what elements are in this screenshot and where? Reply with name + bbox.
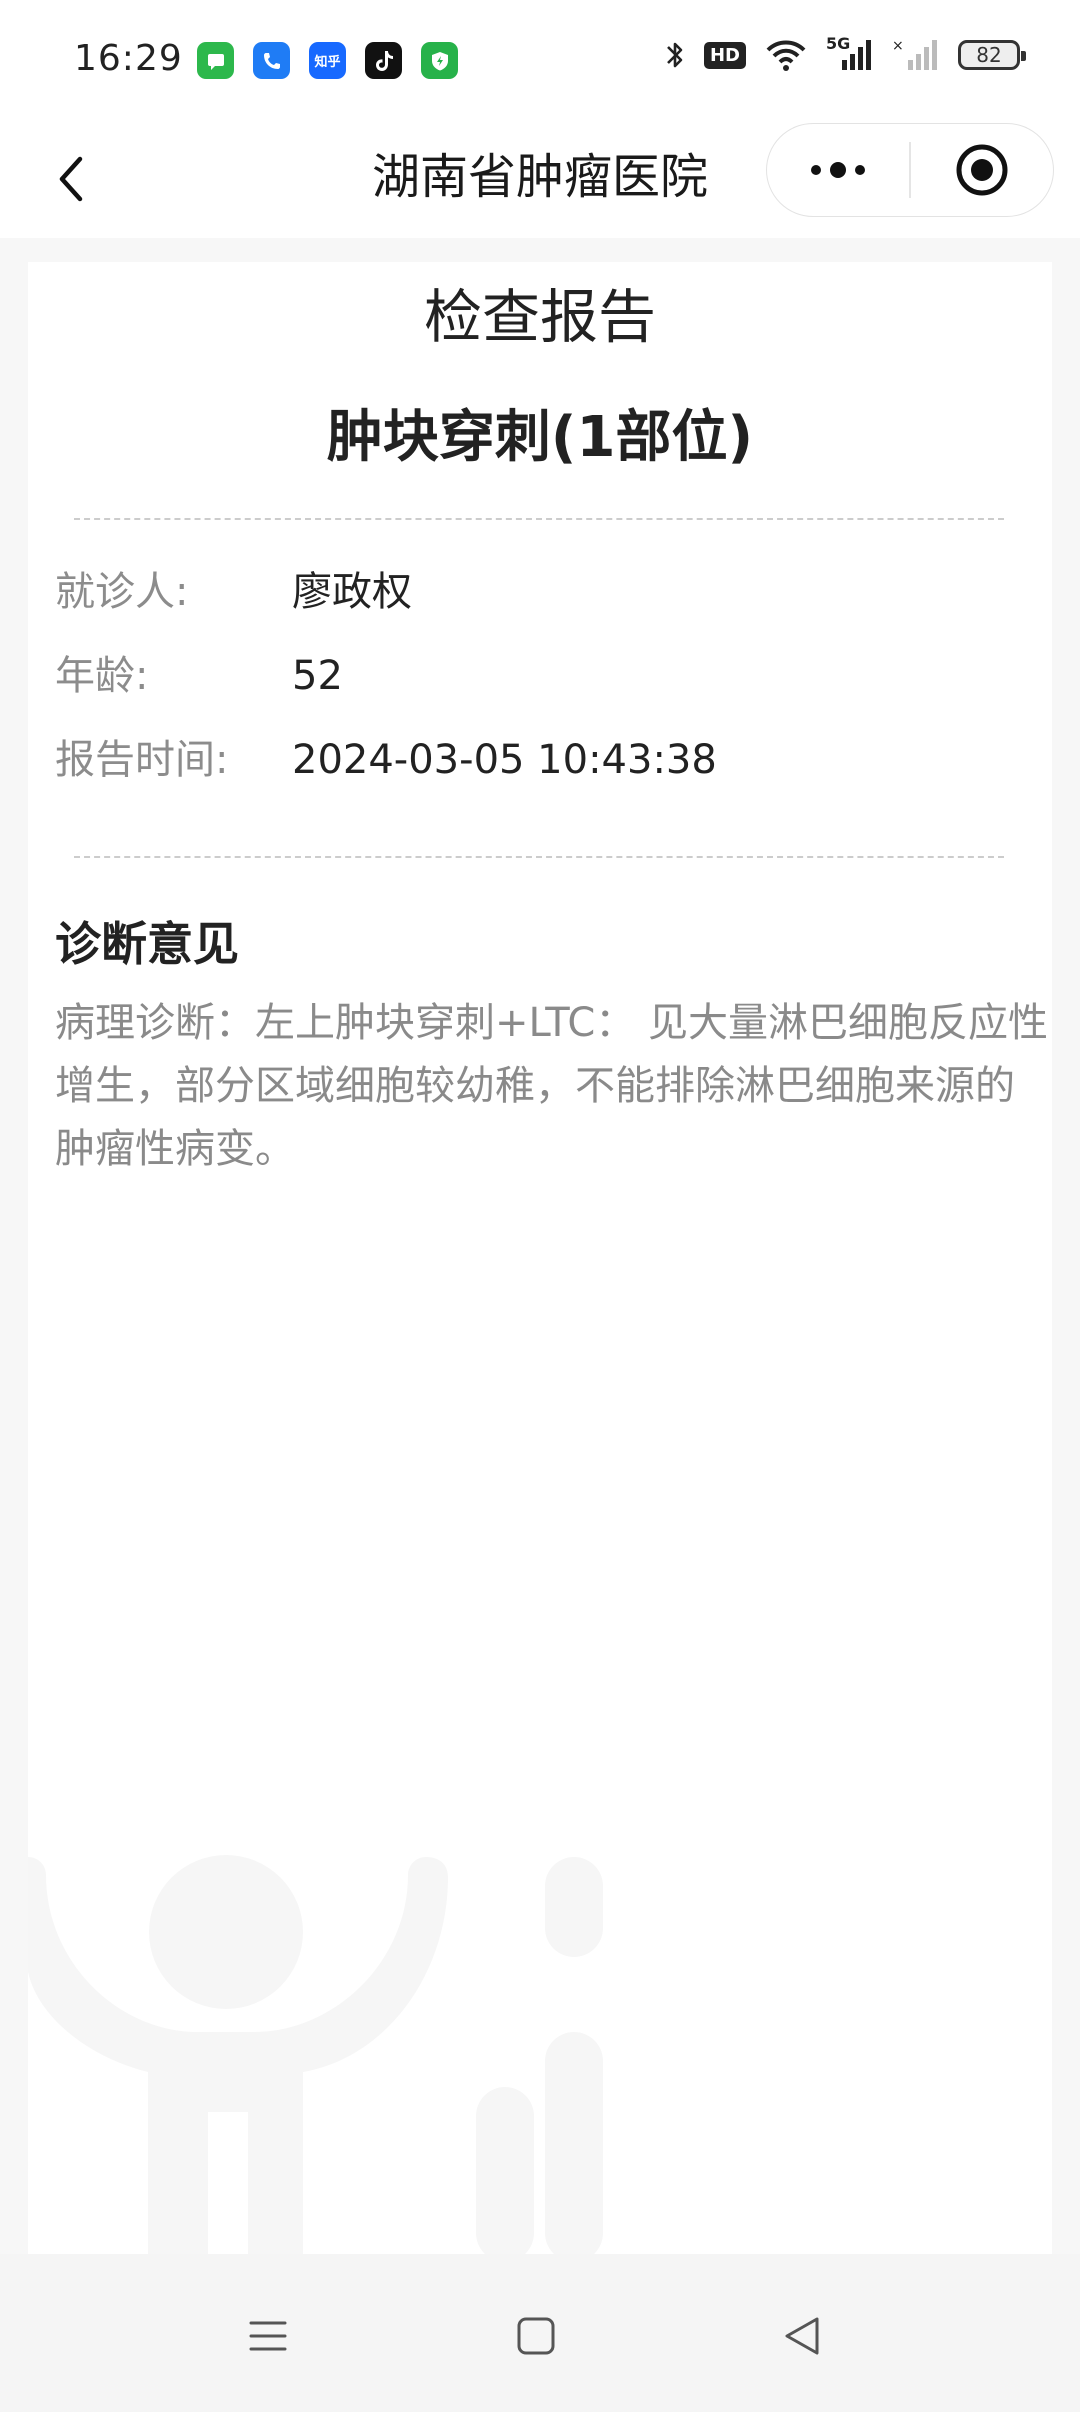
home-button[interactable] <box>500 2300 572 2372</box>
patient-row: 就诊人: 廖政权 <box>55 562 1015 622</box>
notification-icons: 知乎 <box>197 42 458 79</box>
report-time-label: 报告时间: <box>55 737 229 783</box>
back-button[interactable] <box>36 144 106 214</box>
more-dots-icon <box>811 162 865 178</box>
nav-bar: 湖南省肿瘤医院 <box>0 120 1080 238</box>
report-time-row: 报告时间: 2024-03-05 10:43:38 <box>55 730 1015 790</box>
system-nav-bar <box>0 2254 1080 2412</box>
hospital-logo-watermark <box>28 1855 448 2254</box>
zhihu-icon: 知乎 <box>309 42 346 79</box>
more-button[interactable] <box>767 124 909 216</box>
security-shield-icon <box>421 42 458 79</box>
wifi-icon <box>766 40 806 71</box>
report-time-value: 2024-03-05 10:43:38 <box>292 737 717 783</box>
battery-icon: 82 <box>958 40 1026 70</box>
age-value: 52 <box>292 653 343 699</box>
back-arrow-icon <box>59 156 83 202</box>
divider <box>74 856 1004 858</box>
hospital-logo-watermark-bars <box>476 1857 603 2254</box>
phone-icon <box>253 42 290 79</box>
exam-title: 肿块穿刺(1部位) <box>326 405 754 470</box>
back-nav-button[interactable] <box>766 2300 838 2372</box>
recent-apps-button[interactable] <box>232 2300 304 2372</box>
capsule-menu <box>766 123 1054 217</box>
divider <box>74 518 1004 520</box>
cellular-5g-icon: 5G <box>826 34 874 72</box>
target-icon <box>956 144 1008 196</box>
hd-icon: HD <box>703 41 746 69</box>
triangle-back-icon <box>785 2317 819 2355</box>
age-label: 年龄: <box>55 653 149 699</box>
report-heading: 检查报告 <box>423 283 656 351</box>
bluetooth-icon <box>667 42 683 68</box>
square-icon <box>517 2317 555 2355</box>
status-bar: 16:29 知乎 HD 5G × 82 <box>0 0 1080 120</box>
svg-text:×: × <box>892 38 904 54</box>
diagnosis-text: 病理诊断：左上肿块穿刺+LTC： 见大量淋巴细胞反应性增生，部分区域细胞较幼稚，… <box>55 1000 1049 1172</box>
status-time: 16:29 <box>74 38 183 79</box>
age-row: 年龄: 52 <box>55 646 1015 706</box>
page-title: 湖南省肿瘤医院 <box>371 149 708 205</box>
cellular-no-signal-icon: × <box>892 38 937 70</box>
status-indicators: HD 5G × 82 <box>664 34 1026 72</box>
diagnosis-section-title: 诊断意见 <box>55 917 239 971</box>
patient-label: 就诊人: <box>55 569 189 615</box>
close-miniprogram-button[interactable] <box>911 124 1053 216</box>
patient-value: 廖政权 <box>292 569 412 615</box>
tiktok-icon <box>365 42 402 79</box>
menu-lines-icon <box>249 2321 287 2351</box>
messages-icon <box>197 42 234 79</box>
report-card: 检查报告 肿块穿刺(1部位) 就诊人: 廖政权 年龄: 52 报告时间: 202… <box>28 262 1052 2254</box>
